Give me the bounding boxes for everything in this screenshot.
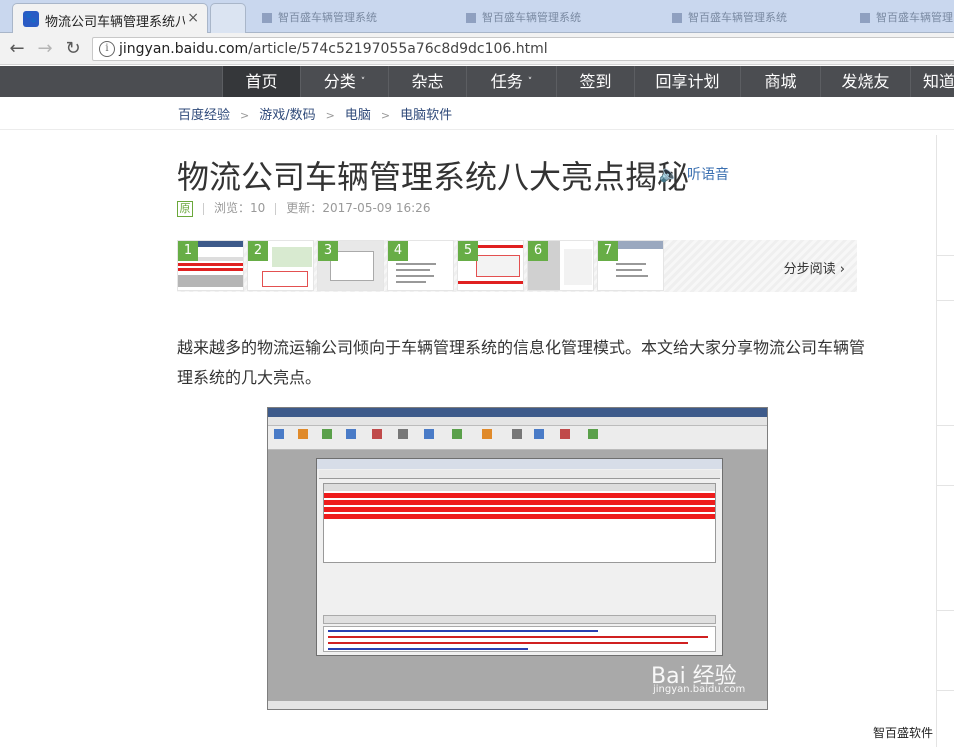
screenshot-menubar [268, 417, 767, 426]
breadcrumb-link[interactable]: 电脑软件 [400, 108, 452, 123]
step-number: 4 [388, 241, 408, 261]
step-thumbnail[interactable]: 6 [527, 240, 594, 291]
chevron-down-icon: ˅ [527, 77, 533, 87]
article-screenshot-image[interactable]: Bai 经验 jingyan.baidu.com [267, 407, 768, 710]
divider [203, 202, 204, 215]
divider [937, 255, 954, 256]
background-tab[interactable]: 智百盛车辆管理系统 [860, 9, 954, 24]
step-read-label: 分步阅读 [783, 262, 836, 277]
divider [0, 129, 954, 130]
browser-tab-strip: 🐾 物流公司车辆管理系统八 × 智百盛车辆管理系统 智百盛车辆管理系统 智百盛车… [0, 0, 954, 33]
step-read-link[interactable]: 分步阅读 › [784, 258, 845, 277]
baidu-paw-icon: 🐾 [23, 11, 39, 27]
updated-label: 更新： [286, 201, 323, 215]
nav-item-home[interactable]: 首页 [222, 66, 300, 97]
step-number: 1 [178, 241, 198, 261]
step-number: 7 [598, 241, 618, 261]
step-thumbnail[interactable]: 2 [247, 240, 314, 291]
site-info-icon[interactable]: i [99, 41, 115, 57]
views-label: 浏览： [214, 201, 251, 215]
chevron-right-icon: > [380, 109, 391, 122]
screenshot-statusbar [268, 701, 767, 709]
article-intro: 越来越多的物流运输公司倾向于车辆管理系统的信息化管理模式。本文给大家分享物流公司… [177, 338, 866, 387]
screenshot-titlebar [268, 408, 767, 417]
corner-caption: 智百盛软件 [873, 726, 934, 740]
tab-favicon-icon [860, 13, 870, 23]
speaker-icon: 🔈 [659, 164, 679, 183]
breadcrumb: 百度经验 > 游戏/数码 > 电脑 > 电脑软件 [178, 104, 452, 123]
url-path: /article/574c52197055a76c8d9dc106.html [248, 41, 548, 57]
browser-tab-title: 物流公司车辆管理系统八 [45, 15, 185, 30]
step-number: 3 [318, 241, 338, 261]
divider [937, 610, 954, 611]
original-badge: 原 [177, 200, 193, 217]
tab-favicon-icon [672, 13, 682, 23]
reload-icon[interactable]: ↻ [62, 38, 84, 60]
step-thumbnail-strip: 1 2 3 4 5 6 7 分步阅读 › [177, 240, 857, 292]
step-number: 2 [248, 241, 268, 261]
step-thumbnail[interactable]: 1 [177, 240, 244, 291]
nav-item-tasks[interactable]: 任务 ˅ [466, 66, 556, 97]
step-thumbnail[interactable]: 5 [457, 240, 524, 291]
nav-item-fans[interactable]: 发烧友 [820, 66, 910, 97]
chevron-right-icon: > [325, 109, 335, 122]
url-host: jingyan.baidu.com [119, 41, 249, 57]
screenshot-toolbar [268, 426, 767, 450]
screenshot-dialog [316, 458, 723, 656]
tab-favicon-icon [262, 13, 272, 23]
nav-item-zhidao[interactable]: 知道 [910, 66, 954, 97]
step-number: 5 [458, 241, 478, 261]
nav-item-checkin[interactable]: 签到 [556, 66, 634, 97]
right-sidebar-rail [936, 135, 954, 747]
back-arrow-icon[interactable]: ← [6, 38, 28, 60]
browser-toolbar: ← → ↻ i jingyan.baidu.com/article/574c52… [0, 33, 954, 65]
nav-item-label: 分类 [323, 72, 356, 91]
forward-arrow-icon[interactable]: → [34, 38, 56, 60]
article-meta: 原 浏览：10 更新：2017-05-09 16:26 [177, 199, 430, 217]
nav-item-share-plan[interactable]: 回享计划 [634, 66, 740, 97]
browser-tab-active[interactable]: 🐾 物流公司车辆管理系统八 × [12, 3, 208, 33]
page-title: 物流公司车辆管理系统八大亮点揭秘 [177, 158, 690, 196]
nav-item-category[interactable]: 分类 ˅ [300, 66, 388, 97]
divider [937, 425, 954, 426]
divider [275, 202, 277, 215]
address-bar[interactable]: i jingyan.baidu.com/article/574c52197055… [92, 37, 954, 61]
views-count: 10 [250, 201, 266, 215]
breadcrumb-link[interactable]: 百度经验 [178, 108, 230, 123]
close-tab-icon[interactable]: × [187, 10, 199, 26]
background-tab[interactable]: 智百盛车辆管理系统 [672, 9, 787, 24]
listen-audio-button[interactable]: 🔈 听语音 [659, 164, 729, 184]
nav-item-label: 任务 [490, 72, 523, 91]
chevron-right-icon: > [240, 109, 250, 122]
watermark-url: jingyan.baidu.com [653, 684, 746, 695]
nav-item-mall[interactable]: 商城 [740, 66, 820, 97]
chevron-right-icon: › [839, 262, 845, 277]
url-text[interactable]: jingyan.baidu.com/article/574c52197055a7… [119, 41, 548, 57]
chevron-down-icon: ˅ [360, 77, 366, 87]
listen-label: 听语音 [687, 167, 729, 183]
new-tab-button[interactable] [210, 3, 246, 33]
breadcrumb-link[interactable]: 电脑 [345, 108, 371, 123]
nav-item-magazine[interactable]: 杂志 [388, 66, 466, 97]
background-tab[interactable]: 智百盛车辆管理系统 [466, 9, 581, 24]
divider [937, 485, 954, 486]
updated-date: 2017-05-09 16:26 [322, 201, 431, 215]
background-tab[interactable]: 智百盛车辆管理系统 [262, 9, 377, 24]
divider [937, 690, 954, 691]
breadcrumb-link[interactable]: 游戏/数码 [259, 108, 315, 123]
tab-favicon-icon [466, 13, 476, 23]
step-thumbnail[interactable]: 7 [597, 240, 664, 291]
divider [937, 300, 954, 301]
step-thumbnail[interactable]: 4 [387, 240, 454, 291]
step-thumbnail[interactable]: 3 [317, 240, 384, 291]
site-nav: 首页 分类 ˅ 杂志 任务 ˅ 签到 回享计划 商城 发烧友 知道 [0, 66, 954, 97]
step-number: 6 [528, 241, 548, 261]
